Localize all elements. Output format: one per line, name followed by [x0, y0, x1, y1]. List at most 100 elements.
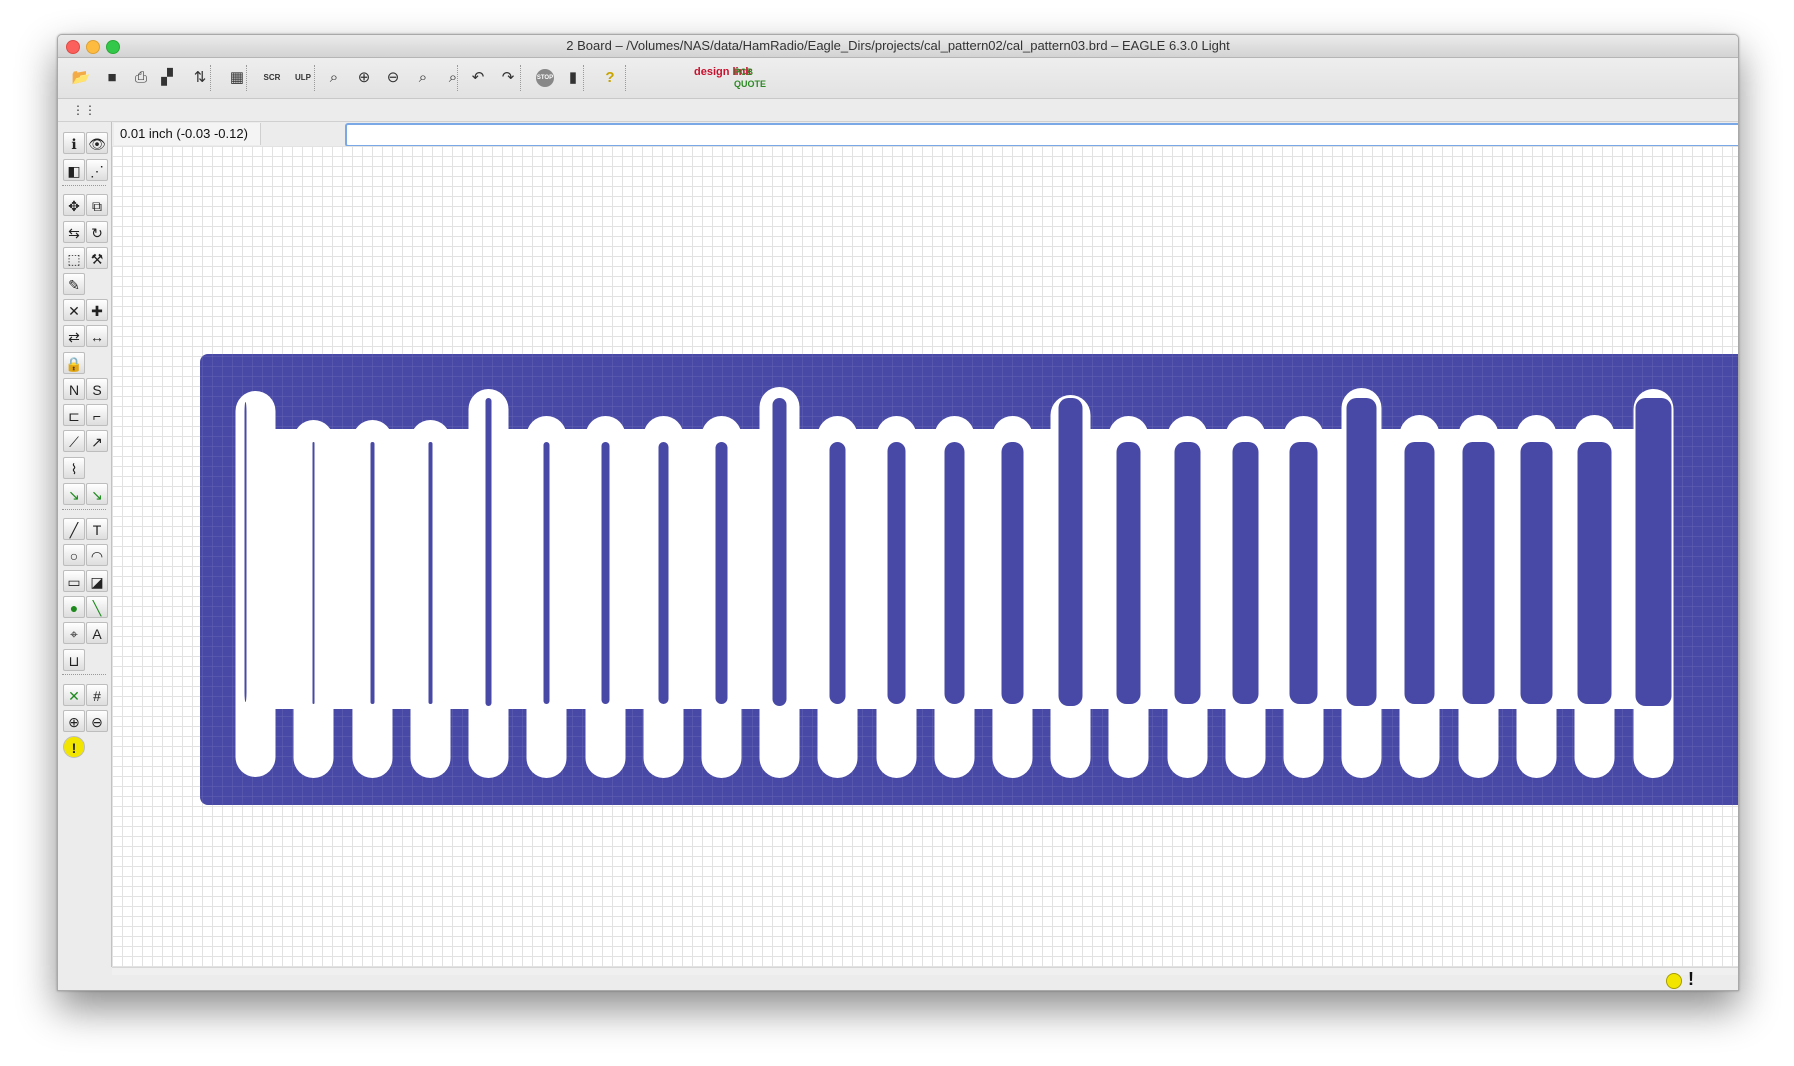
value-icon[interactable]: ↔ [86, 325, 108, 347]
group-icon[interactable]: ⬚ [63, 247, 85, 269]
meander-gap [715, 442, 728, 704]
meander-gap [1404, 442, 1435, 704]
zoom-fit-icon[interactable]: ⌕ [323, 67, 345, 89]
meander-gap [944, 442, 965, 704]
meander-gap [829, 442, 846, 704]
grid-icon[interactable]: ⋮⋮ [72, 99, 96, 121]
title-bar: 2 Board – /Volumes/NAS/data/HamRadio/Eag… [58, 35, 1738, 58]
arc-icon[interactable]: ◠ [86, 544, 108, 566]
circle-icon[interactable]: ○ [63, 544, 85, 566]
meander-gap [312, 442, 315, 704]
meander-icon[interactable]: ⌇ [63, 457, 85, 479]
rotate-icon[interactable]: ↻ [86, 221, 108, 243]
command-input[interactable] [345, 123, 1738, 147]
wire-icon[interactable]: ╱ [63, 518, 85, 540]
go-icon[interactable]: ▮ [562, 67, 584, 89]
airwire-icon[interactable]: ╲ [86, 596, 108, 618]
meander-gap [1058, 398, 1083, 706]
zoom-out-icon[interactable]: ⊖ [382, 67, 404, 89]
meander-gap [1635, 398, 1672, 706]
zoom-select-icon[interactable]: ⌕ [442, 67, 464, 89]
change-icon[interactable]: ⚒ [86, 247, 108, 269]
signal-icon[interactable]: ↘ [86, 483, 108, 505]
drc-icon[interactable]: ⊖ [86, 710, 108, 732]
stop-icon[interactable]: STOP [536, 69, 554, 87]
meander-gap [1232, 442, 1259, 704]
route-icon[interactable]: ↗ [86, 430, 108, 452]
cam-icon[interactable]: ▞ [156, 67, 178, 89]
pcb-quote-logo[interactable]: PCB QUOTE [734, 66, 774, 90]
meander-gap [887, 442, 906, 704]
command-toolbar: ℹ 👁 ◧ ⋰ ✥ ⧉ ⇆ ↻ ⬚ ⚒ ✎ ✕ ✚ ⇄ ↔ 🔒 N S ⊏ ⌐ ⟋ ↗ ⌇ ↘ ↘ ╱ T ○ ◠ ▭ ◪ ● ╲ ⌖ A ⊔ ✕ # ⊕ ⊖… [58, 122, 112, 967]
dimension-icon[interactable]: ⊔ [63, 649, 85, 671]
board-canvas[interactable] [112, 146, 1738, 967]
paste-icon[interactable]: ✎ [63, 273, 85, 295]
meander-gap [1174, 442, 1201, 704]
alert-icon[interactable]: ! [1688, 969, 1694, 990]
tool-separator [62, 509, 106, 510]
open-icon[interactable]: 📂 [70, 67, 92, 89]
meander-gap [428, 442, 433, 704]
rect-icon[interactable]: ▭ [63, 570, 85, 592]
ripup-icon[interactable]: ↘ [63, 483, 85, 505]
print-icon[interactable]: ⎙ [130, 67, 152, 89]
attribute-icon[interactable]: A [86, 622, 108, 644]
mirror-icon[interactable]: ⇆ [63, 221, 85, 243]
auto-icon[interactable]: # [86, 684, 108, 706]
name-icon[interactable]: N [63, 378, 85, 400]
move-icon[interactable]: ✥ [63, 194, 85, 216]
zoom-in-icon[interactable]: ⊕ [353, 67, 375, 89]
maximize-window-button[interactable] [106, 40, 120, 54]
minimize-window-button[interactable] [86, 40, 100, 54]
copy-icon[interactable]: ⧉ [86, 194, 108, 216]
errors-icon[interactable]: ! [63, 736, 85, 758]
add-icon[interactable]: ✚ [86, 299, 108, 321]
meander-loop [235, 391, 276, 777]
text-icon[interactable]: T [86, 518, 108, 540]
zoom-redraw-icon[interactable]: ⌕ [412, 67, 434, 89]
eagle-window: 2 Board – /Volumes/NAS/data/HamRadio/Eag… [57, 34, 1739, 991]
smash-icon[interactable]: S [86, 378, 108, 400]
lock-icon[interactable]: 🔒 [63, 352, 85, 374]
via-icon[interactable]: ● [63, 596, 85, 618]
replace-icon[interactable]: ⇄ [63, 325, 85, 347]
miter-icon[interactable]: ⌐ [86, 404, 108, 426]
meander-gap [772, 398, 787, 706]
window-title: 2 Board – /Volumes/NAS/data/HamRadio/Eag… [566, 38, 1230, 53]
mark-icon[interactable]: ⋰ [86, 159, 108, 181]
meander-gap [1346, 398, 1377, 706]
show-icon[interactable]: 👁 [86, 132, 108, 154]
hole-icon[interactable]: ⌖ [63, 622, 85, 644]
layers-icon[interactable]: ◧ [63, 159, 85, 181]
toolbar-separator [583, 65, 585, 91]
command-row: 0.01 inch (-0.03 -0.12) ▼ [114, 122, 1738, 147]
undo-icon[interactable]: ↶ [467, 67, 489, 89]
polygon-icon[interactable]: ◪ [86, 570, 108, 592]
coordinate-display: 0.01 inch (-0.03 -0.12) [114, 123, 261, 145]
save-icon[interactable]: ■ [101, 67, 123, 89]
meander-gap [1116, 442, 1141, 704]
meander-gap [370, 442, 375, 704]
meander-gap [244, 402, 247, 702]
delete-icon[interactable]: ✕ [63, 299, 85, 321]
toolbar-separator [457, 65, 459, 91]
ulp-icon[interactable]: ULP [292, 67, 314, 89]
ratsnest-icon[interactable]: ✕ [63, 684, 85, 706]
meander-gap [1462, 442, 1495, 704]
parameter-toolbar: ⋮⋮ [58, 99, 1738, 122]
toolbar-separator [246, 65, 248, 91]
tool-separator [62, 185, 106, 186]
switch-schematic-icon[interactable]: ⇅ [189, 67, 211, 89]
board-drawing [200, 354, 1738, 805]
library-icon[interactable]: ▦ [226, 67, 248, 89]
meander-gap [1577, 442, 1612, 704]
split-icon[interactable]: ⊏ [63, 404, 85, 426]
info-icon[interactable]: ℹ [63, 132, 85, 154]
help-icon[interactable]: ? [599, 67, 621, 89]
erc-icon[interactable]: ⊕ [63, 710, 85, 732]
script-icon[interactable]: SCR [261, 67, 283, 89]
redo-icon[interactable]: ↷ [497, 67, 519, 89]
close-window-button[interactable] [66, 40, 80, 54]
meander-gap [1520, 442, 1553, 704]
optimize-icon[interactable]: ⟋ [63, 430, 85, 452]
